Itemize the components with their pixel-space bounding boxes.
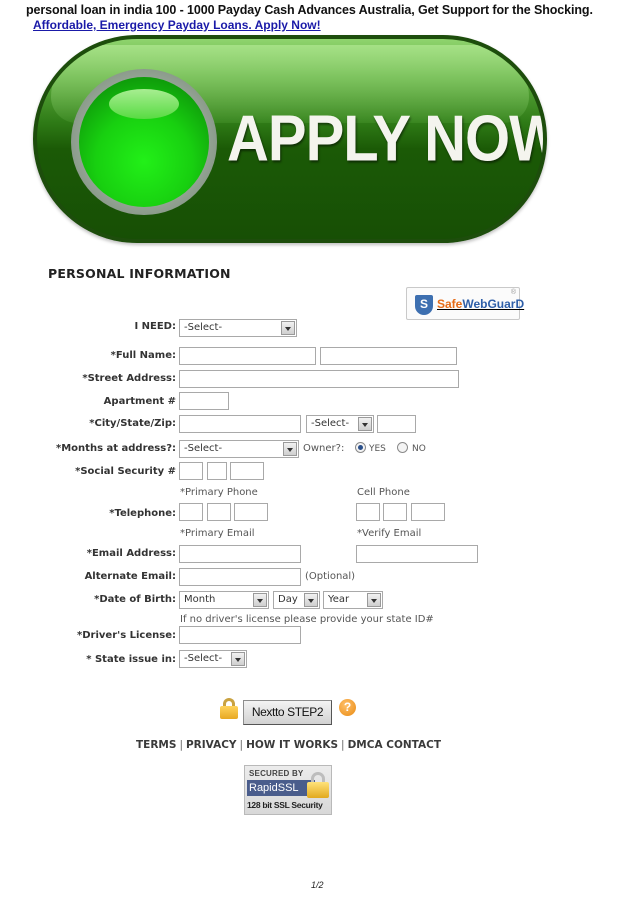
chevron-down-icon [231,652,245,666]
rapidssl-seal[interactable]: SECURED BY RapidSSL 128 bit SSL Security [244,765,332,815]
owner-label: Owner?: [303,443,345,454]
footer-links: TERMS | PRIVACY | HOW IT WORKS | DMCA CONTACT [136,739,441,751]
ssn-part2-input[interactable] [207,462,227,480]
email-address-label: *Email Address: [86,548,176,559]
ssl-brand: RapidSSL [247,780,315,796]
owner-no-label: NO [412,444,426,454]
apply-now-link[interactable]: Affordable, Emergency Payday Loans. Appl… [33,18,321,32]
cell-phone-hint: Cell Phone [357,487,410,498]
chevron-down-icon [281,321,295,335]
state-issue-select[interactable]: -Select- [179,650,247,668]
separator: | [239,739,244,751]
first-name-input[interactable] [179,347,316,365]
owner-yes-radio[interactable] [355,442,366,453]
email-input[interactable] [179,545,301,563]
shield-icon: S [415,295,433,315]
orb-glint [109,89,179,119]
form-title: PERSONAL INFORMATION [48,266,231,281]
separator: | [341,739,345,751]
street-address-input[interactable] [179,370,459,388]
ssn-part1-input[interactable] [179,462,203,480]
ssl-secured-by: SECURED BY [249,769,304,778]
i-need-label: I NEED: [134,321,176,332]
zip-input[interactable] [377,415,416,433]
state-issue-label: * State issue in: [86,654,176,665]
separator: | [179,739,183,751]
how-it-works-link[interactable]: HOW IT WORKS [246,739,338,751]
seal-text: SafeWebGuarD [437,297,525,311]
telephone-label: *Telephone: [109,508,176,519]
primary-phone-hint: *Primary Phone [180,487,258,498]
last-name-input[interactable] [320,347,457,365]
privacy-link[interactable]: PRIVACY [186,739,237,751]
page-title: personal loan in india 100 - 1000 Payday… [26,3,593,17]
city-input[interactable] [179,415,301,433]
cell-phone-line-input[interactable] [411,503,445,521]
verify-email-input[interactable] [356,545,478,563]
alternate-email-input[interactable] [179,568,301,586]
padlock-icon [307,772,329,798]
months-at-address-select[interactable]: -Select- [179,440,299,458]
apply-now-banner[interactable]: APPLY NOW [33,35,547,243]
drivers-license-input[interactable] [179,626,301,644]
date-of-birth-label: *Date of Birth: [94,594,176,605]
dob-day-select[interactable]: Day [273,591,320,609]
safewebguard-seal[interactable]: S SafeWebGuarD ® [406,287,524,320]
months-at-address-label: *Months at address?: [56,443,176,454]
dob-year-select[interactable]: Year [323,591,383,609]
alternate-email-label: Alternate Email: [84,571,176,582]
chevron-down-icon [253,593,267,607]
ssn-label: *Social Security # [75,466,176,477]
cell-phone-area-input[interactable] [356,503,380,521]
primary-email-hint: *Primary Email [180,528,255,539]
state-select[interactable]: -Select- [306,415,374,433]
owner-no-radio[interactable] [397,442,408,453]
full-name-label: *Full Name: [110,350,176,361]
cell-phone-prefix-input[interactable] [383,503,407,521]
lock-icon [220,698,238,719]
license-hint: If no driver's license please provide yo… [180,614,434,625]
apply-now-label: APPLY NOW [227,102,547,175]
chevron-down-icon [358,417,372,431]
help-icon[interactable]: ? [339,699,356,716]
chevron-down-icon [283,442,297,456]
chevron-down-icon [304,593,318,607]
verify-email-hint: *Verify Email [357,528,422,539]
drivers-license-label: *Driver's License: [77,630,176,641]
dob-month-select[interactable]: Month [179,591,269,609]
page-number: 1/2 [311,880,324,890]
primary-phone-line-input[interactable] [234,503,268,521]
optional-note: (Optional) [305,571,356,582]
chevron-down-icon [367,593,381,607]
next-to-step2-button[interactable]: Nextto STEP2 [243,700,332,725]
i-need-select[interactable]: -Select- [179,319,297,337]
ssl-bits: 128 bit SSL Security [247,800,323,810]
apartment-input[interactable] [179,392,229,410]
registered-mark: ® [510,289,516,296]
terms-link[interactable]: TERMS [136,739,176,751]
primary-phone-prefix-input[interactable] [207,503,231,521]
owner-yes-label: YES [369,444,386,454]
dmca-contact-link[interactable]: DMCA CONTACT [348,739,441,751]
ssn-part3-input[interactable] [230,462,264,480]
primary-phone-area-input[interactable] [179,503,203,521]
street-address-label: *Street Address: [82,373,176,384]
city-state-zip-label: *City/State/Zip: [89,418,176,429]
apartment-label: Apartment # [103,396,176,407]
